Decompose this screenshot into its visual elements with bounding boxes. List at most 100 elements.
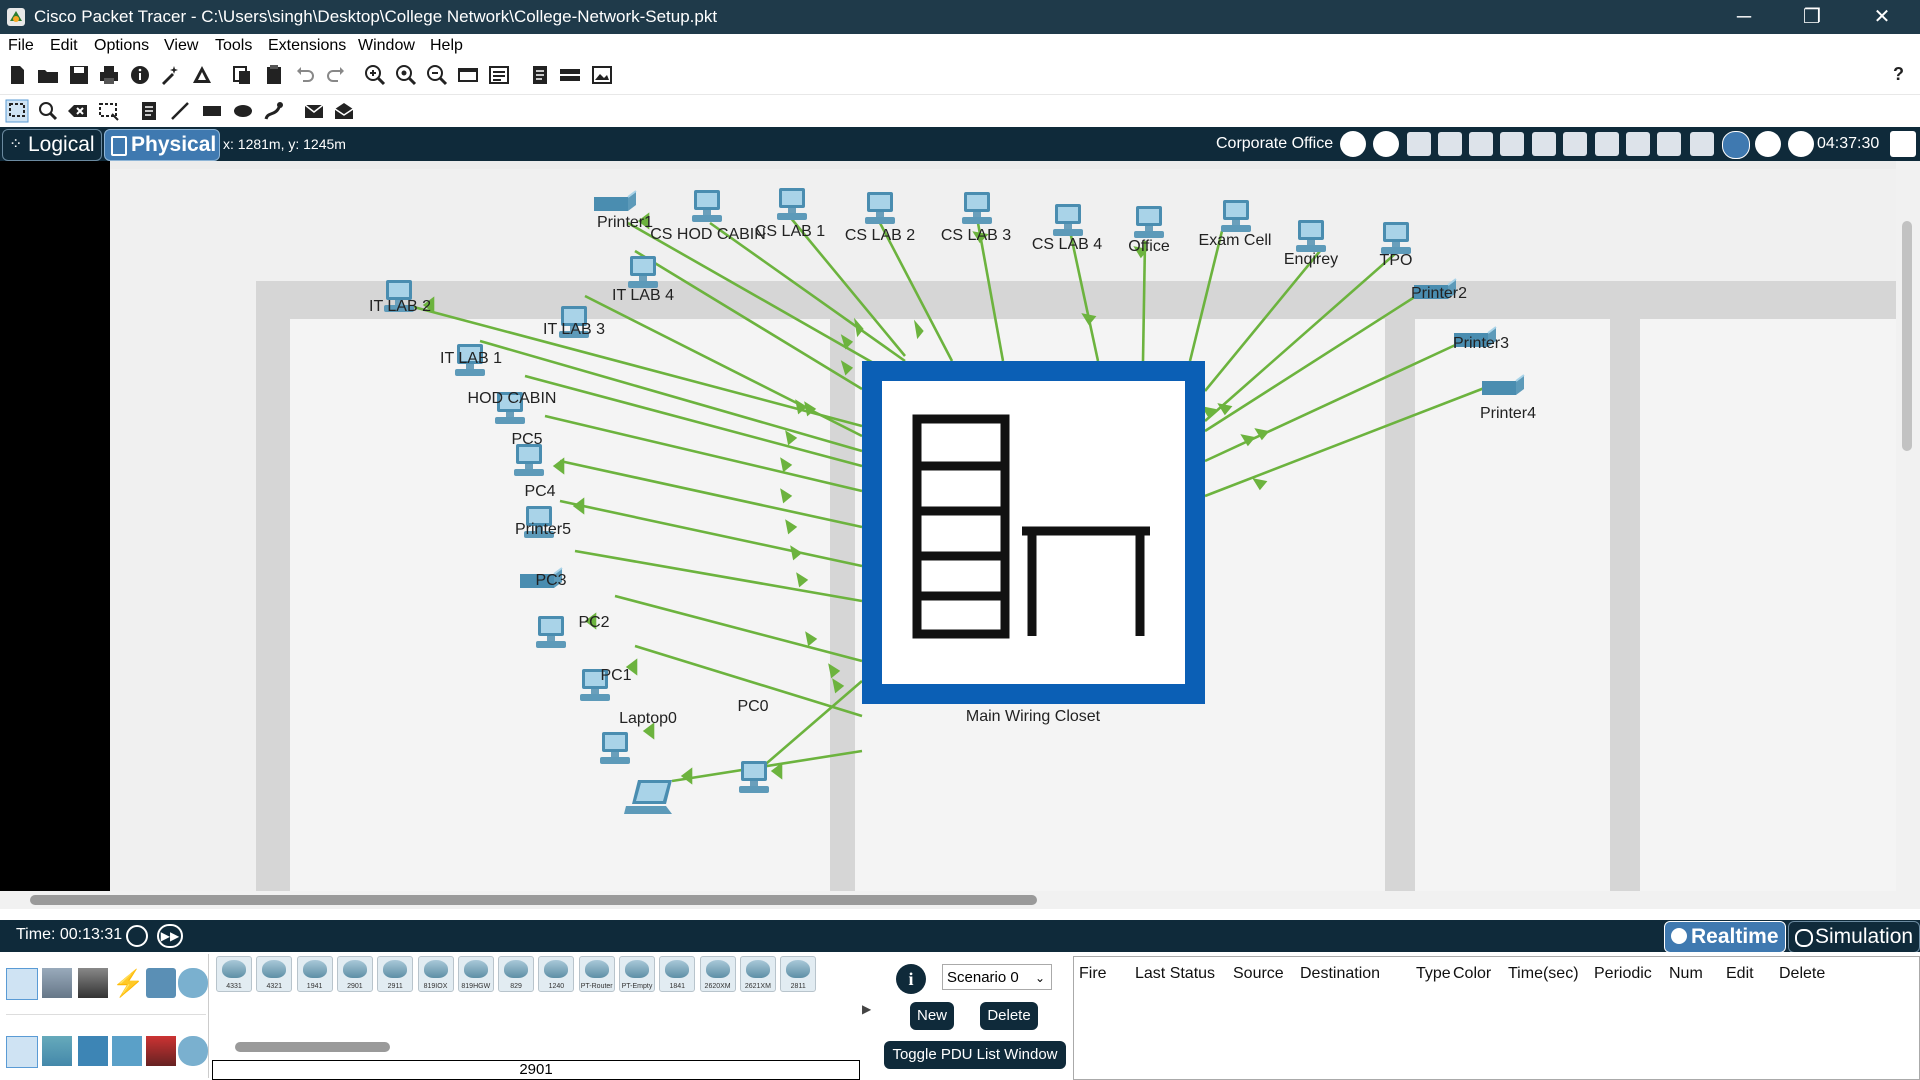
pc-icon[interactable] [735, 758, 773, 801]
hubs-icon[interactable] [78, 1036, 108, 1066]
draw-ellipse-icon[interactable] [231, 99, 255, 123]
menu-options[interactable]: Options [94, 37, 149, 55]
select-icon[interactable] [5, 99, 29, 123]
realtime-mode-button[interactable]: Realtime [1664, 921, 1786, 953]
move-object-icon[interactable] [1563, 132, 1587, 156]
activity-wizard-icon[interactable] [190, 63, 214, 87]
miscellaneous-icon[interactable] [146, 968, 176, 998]
router-model-2621xm[interactable]: 2621XM [739, 956, 776, 992]
pc-icon[interactable] [596, 729, 634, 772]
info-icon[interactable] [128, 63, 152, 87]
security-icon[interactable] [146, 1036, 176, 1066]
connections-icon[interactable]: ⚡ [112, 968, 144, 998]
navigation-icon[interactable] [1340, 131, 1366, 157]
wireless-devices-icon[interactable] [112, 1036, 142, 1066]
undo-icon[interactable] [293, 63, 317, 87]
link-office[interactable] [1141, 240, 1147, 362]
printer-icon[interactable] [1480, 373, 1526, 406]
new-scenario-button[interactable]: New [910, 1002, 954, 1030]
delete-icon[interactable] [66, 99, 90, 123]
note-icon[interactable] [137, 99, 161, 123]
image-icon[interactable] [590, 63, 614, 87]
collapse-arrow-icon[interactable]: ▶ [862, 1002, 871, 1016]
maximize-button[interactable]: ❐ [1782, 0, 1842, 34]
menu-view[interactable]: View [164, 37, 198, 55]
power-cycle-icon[interactable] [126, 925, 148, 947]
delete-scenario-button[interactable]: Delete [980, 1002, 1038, 1030]
set-tiled-background-icon[interactable] [1626, 132, 1650, 156]
add-complex-pdu-icon[interactable] [332, 99, 356, 123]
drawing-palette-icon[interactable] [456, 63, 480, 87]
model-scroll-thumb[interactable] [235, 1042, 390, 1052]
resize-shape-icon[interactable] [97, 99, 121, 123]
router-model-819hgw[interactable]: 819HGW [457, 956, 494, 992]
pc-icon[interactable] [773, 185, 811, 228]
network-devices-icon[interactable] [6, 968, 38, 1000]
fast-forward-icon[interactable]: ▶▶ [157, 924, 183, 948]
logical-view-button[interactable]: ⁘ Logical [2, 129, 102, 161]
menu-file[interactable]: File [8, 37, 34, 55]
routers-icon[interactable] [6, 1036, 38, 1068]
horizontal-scrollbar[interactable] [0, 891, 1920, 909]
link-tpo[interactable] [1204, 252, 1397, 422]
home-icon[interactable] [1890, 131, 1916, 157]
menu-help[interactable]: Help [430, 37, 463, 55]
new-closet-icon[interactable] [1469, 132, 1493, 156]
router-model-2620xm[interactable]: 2620XM [699, 956, 736, 992]
link-hod-cabin[interactable] [524, 374, 863, 468]
zoom-out-icon[interactable] [425, 63, 449, 87]
pc-icon[interactable] [532, 613, 570, 656]
toggle-pdu-list-button[interactable]: Toggle PDU List Window [884, 1041, 1066, 1069]
zoom-in-icon[interactable] [363, 63, 387, 87]
simulation-mode-button[interactable]: Simulation [1788, 921, 1920, 953]
pc-icon[interactable] [861, 189, 899, 232]
new-building-icon[interactable] [1438, 132, 1462, 156]
scenario-select[interactable]: Scenario 0 ⌄ [942, 964, 1052, 990]
back-icon[interactable] [1373, 131, 1399, 157]
draw-rectangle-icon[interactable] [200, 99, 224, 123]
menu-edit[interactable]: Edit [50, 37, 78, 55]
save-icon[interactable] [67, 63, 91, 87]
switches-icon[interactable] [42, 1036, 72, 1066]
router-model-pt-empty[interactable]: PT-Empty [619, 956, 655, 992]
close-button[interactable]: ✕ [1852, 0, 1912, 34]
physical-view-button[interactable]: Physical [104, 129, 220, 161]
router-model-1240[interactable]: 1240 [538, 956, 575, 992]
draw-line-icon[interactable] [168, 99, 192, 123]
multiuser-icon[interactable] [178, 968, 208, 998]
wan-emulation-icon[interactable] [178, 1036, 208, 1066]
link-pc4[interactable] [559, 459, 863, 529]
pc-icon[interactable] [688, 187, 726, 230]
document-icon[interactable] [528, 63, 552, 87]
minimize-button[interactable]: ─ [1714, 0, 1774, 34]
zoom-reset-icon[interactable] [394, 63, 418, 87]
router-model-1941[interactable]: 1941 [296, 956, 333, 992]
link-printer3[interactable] [1204, 339, 1465, 463]
add-simple-pdu-icon[interactable] [302, 99, 326, 123]
network-device-icon[interactable] [558, 63, 582, 87]
custom-devices-icon[interactable] [487, 63, 511, 87]
router-model-819iox[interactable]: 819IOX [417, 956, 454, 992]
inspect-icon[interactable] [36, 99, 60, 123]
info-icon[interactable]: i [896, 964, 926, 994]
router-model-2911[interactable]: 2911 [377, 956, 414, 992]
redo-icon[interactable] [324, 63, 348, 87]
link-pc3[interactable] [574, 549, 863, 603]
environment-icon[interactable] [1755, 131, 1781, 157]
layout-icon[interactable] [1690, 132, 1714, 156]
new-table-icon[interactable] [1532, 132, 1556, 156]
wireless-icon[interactable] [1722, 131, 1750, 159]
router-model-pt-router[interactable]: PT-Router [578, 956, 615, 992]
menu-window[interactable]: Window [358, 37, 415, 55]
router-model-2811[interactable]: 2811 [780, 956, 817, 992]
viewport-icon[interactable] [1657, 132, 1681, 156]
new-file-icon[interactable] [5, 63, 29, 87]
router-model-4331[interactable]: 4331 [216, 956, 252, 992]
end-devices-icon[interactable] [42, 968, 72, 998]
new-rack-icon[interactable] [1500, 132, 1524, 156]
wizard-icon[interactable] [158, 63, 182, 87]
menu-tools[interactable]: Tools [215, 37, 252, 55]
copy-icon[interactable] [230, 63, 254, 87]
link-pc0[interactable] [759, 680, 863, 770]
paste-icon[interactable] [262, 63, 286, 87]
